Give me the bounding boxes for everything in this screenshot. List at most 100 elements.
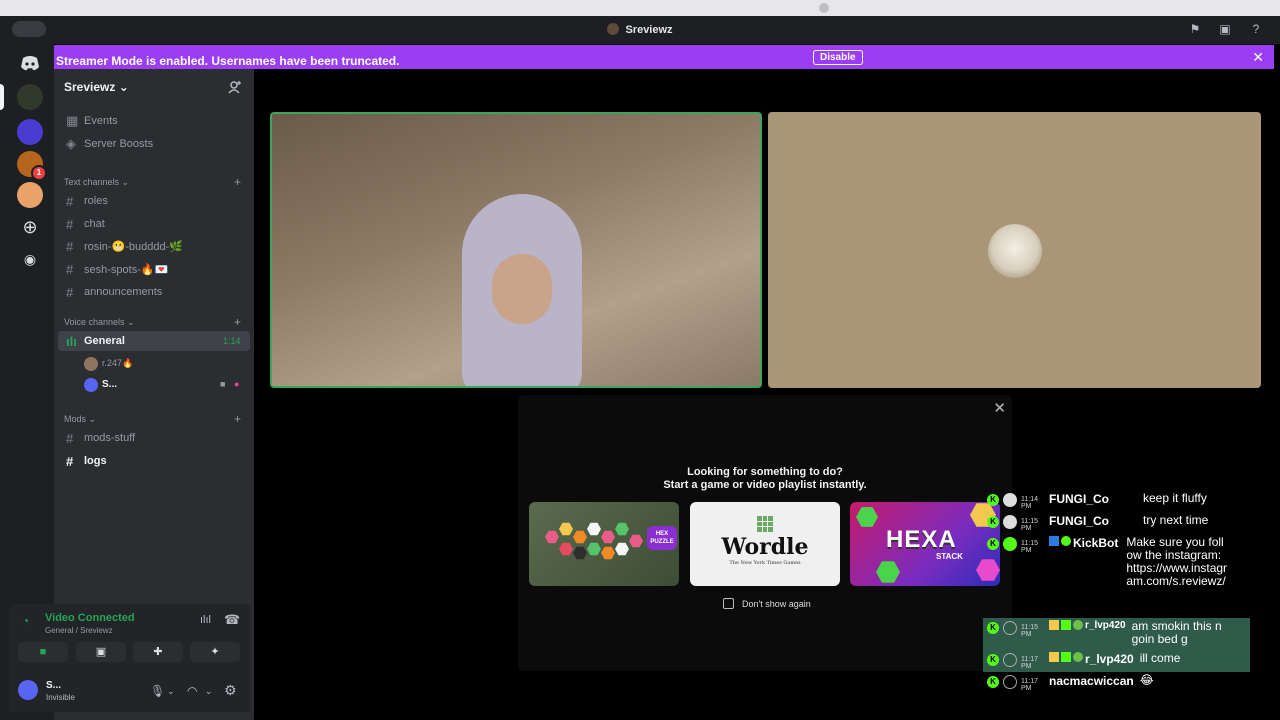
inbox-flag-icon[interactable]: ⚑: [1188, 22, 1202, 36]
voice-location: General / Sreviewz: [45, 626, 113, 635]
channel-roles[interactable]: # roles: [58, 191, 250, 211]
server-cannabis-icon[interactable]: [17, 119, 43, 145]
hexagon-shape: [601, 546, 615, 560]
hexagon-shape: [545, 530, 559, 544]
server-name-dropdown[interactable]: Sreviewz ⌄: [64, 80, 129, 94]
chevron-down-icon[interactable]: ⌄: [205, 686, 213, 697]
server-sreviewz-icon[interactable]: [17, 84, 43, 110]
avatar: [1003, 621, 1017, 635]
popup-title: Looking for something to do?: [687, 466, 843, 478]
discord-home-icon[interactable]: [17, 50, 43, 76]
hexagon-shape: [615, 522, 629, 536]
help-icon[interactable]: ?: [1249, 22, 1263, 36]
active-server-pill: [0, 84, 4, 110]
disable-button[interactable]: Disable: [813, 50, 863, 65]
channel-chat[interactable]: # chat: [58, 214, 250, 234]
notification-badge: 1: [31, 165, 47, 181]
wordle-subtitle: The New York Times Games: [729, 560, 801, 566]
chat-text: 😂: [1139, 673, 1154, 687]
dont-show-again-checkbox[interactable]: Don't show again: [723, 598, 811, 609]
kick-badge-icon: K: [987, 516, 999, 528]
explore-compass-icon[interactable]: ◉: [17, 246, 43, 272]
chat-username: r_lvp420: [1085, 620, 1126, 631]
avatar: [84, 356, 98, 371]
close-icon[interactable]: ✕: [1252, 49, 1264, 66]
voice-speaker-icon: ılı: [66, 333, 77, 349]
subscriber-badge-icon: [1061, 620, 1071, 630]
channel-rosin[interactable]: # rosin-😬-budddd-🌿: [58, 236, 250, 256]
camera-icon: ■: [39, 646, 47, 658]
soundboard-button[interactable]: ✦: [190, 642, 240, 662]
video-face: [492, 254, 552, 324]
video-tile-avatar[interactable]: [768, 112, 1261, 388]
bot-badge-icon: [1049, 536, 1059, 546]
user-panel: S... Invisible 🎙 ⌄ ◠ ⌄ ⚙: [10, 672, 250, 712]
title-bar: Sreviewz ⚑ ▣ ?: [0, 16, 1280, 44]
activity-card-wordle[interactable]: Wordle The New York Times Games: [690, 502, 840, 586]
chat-username: r_lvp420: [1085, 652, 1134, 666]
signal-icon[interactable]: ◔: [22, 614, 29, 628]
hexagon-shape: [601, 530, 615, 544]
avatar: [84, 377, 98, 392]
hexagon-shape: [573, 530, 587, 544]
channel-logs[interactable]: # logs: [58, 451, 250, 471]
screen-share-icon[interactable]: ▣: [1218, 22, 1232, 36]
settings-gear-icon[interactable]: ⚙: [224, 682, 237, 699]
avatar: [1003, 653, 1017, 667]
avatar: [1003, 537, 1017, 551]
close-icon[interactable]: ✕: [993, 399, 1006, 417]
voice-channels-category[interactable]: Voice channels ⌄ +: [64, 315, 241, 329]
username[interactable]: S...: [46, 680, 61, 691]
stream-icon: ●: [234, 379, 240, 389]
voice-connection-panel: ◔ Video Connected General / Sreviewz ılı…: [10, 604, 250, 672]
crown-badge-icon: [1049, 652, 1059, 662]
avatar[interactable]: [18, 680, 38, 700]
banner-message: Streamer Mode is enabled. Usernames have…: [56, 54, 400, 68]
leaf-badge-icon: [1073, 652, 1083, 662]
chat-overlay: K 11:14 PM FUNGI_Co keep it fluffy K 11:…: [983, 490, 1250, 694]
add-channel-icon[interactable]: +: [234, 175, 241, 189]
video-tile-speaker[interactable]: [270, 112, 762, 388]
voice-channel-general[interactable]: ılı General 1:14: [58, 331, 250, 351]
mods-category[interactable]: Mods ⌄ +: [64, 412, 241, 426]
checkbox-box[interactable]: [723, 598, 734, 609]
activity-card-hex-puzzle[interactable]: HEX PUZZLE: [529, 502, 679, 586]
voice-user-row[interactable]: S... ■ ●: [58, 374, 250, 394]
add-server-icon[interactable]: ⊕: [17, 214, 43, 240]
camera-button[interactable]: ■: [18, 642, 68, 662]
channel-mods-stuff[interactable]: # mods-stuff: [58, 428, 250, 448]
chevron-down-icon[interactable]: ⌄: [167, 686, 175, 697]
voice-user-row[interactable]: r.247🔥: [58, 353, 250, 373]
microphone-icon[interactable]: 🎙: [150, 684, 165, 698]
video-icon: ■: [220, 379, 226, 389]
hexagon-shape: [856, 507, 878, 527]
chat-username: KickBot: [1073, 536, 1119, 550]
text-channels-category[interactable]: Text channels ⌄ +: [64, 175, 241, 189]
kick-badge-icon: K: [987, 622, 999, 634]
chat-message: K 11:17 PM r_lvp420 ill come: [983, 650, 1250, 672]
invite-people-icon[interactable]: [228, 80, 242, 94]
activity-card-hexa-stack[interactable]: HEXA STACK: [850, 502, 1000, 586]
hexa-title: HEXA: [886, 526, 957, 553]
hexagon-shape: [587, 522, 601, 536]
events-item[interactable]: ▦ Events: [58, 111, 250, 131]
disconnect-icon[interactable]: ☎: [224, 612, 240, 628]
screen-share-button[interactable]: ▣: [76, 642, 126, 662]
headphones-icon[interactable]: ◠: [187, 684, 197, 698]
popup-subtitle: Start a game or video playlist instantly…: [663, 479, 867, 491]
add-channel-icon[interactable]: +: [234, 315, 241, 329]
channel-announcements[interactable]: # announcements: [58, 282, 250, 302]
noise-suppression-icon[interactable]: ılıl: [200, 614, 211, 626]
add-channel-icon[interactable]: +: [234, 412, 241, 426]
activities-button[interactable]: ✚: [133, 642, 183, 662]
server-avatar-icon[interactable]: [17, 182, 43, 208]
subscriber-badge-icon: [1061, 652, 1071, 662]
hexagon-shape: [559, 542, 573, 556]
screen-share-icon: ▣: [95, 646, 107, 658]
chat-text: keep it fluffy: [1143, 491, 1207, 505]
hexagon-shape: [876, 561, 900, 583]
server-boosts-item[interactable]: ◈ Server Boosts: [58, 134, 250, 154]
channel-sesh-spots[interactable]: # sesh-spots-🔥💌: [58, 259, 250, 279]
voice-timer: 1:14: [223, 336, 241, 346]
voice-status[interactable]: Video Connected: [45, 612, 135, 624]
